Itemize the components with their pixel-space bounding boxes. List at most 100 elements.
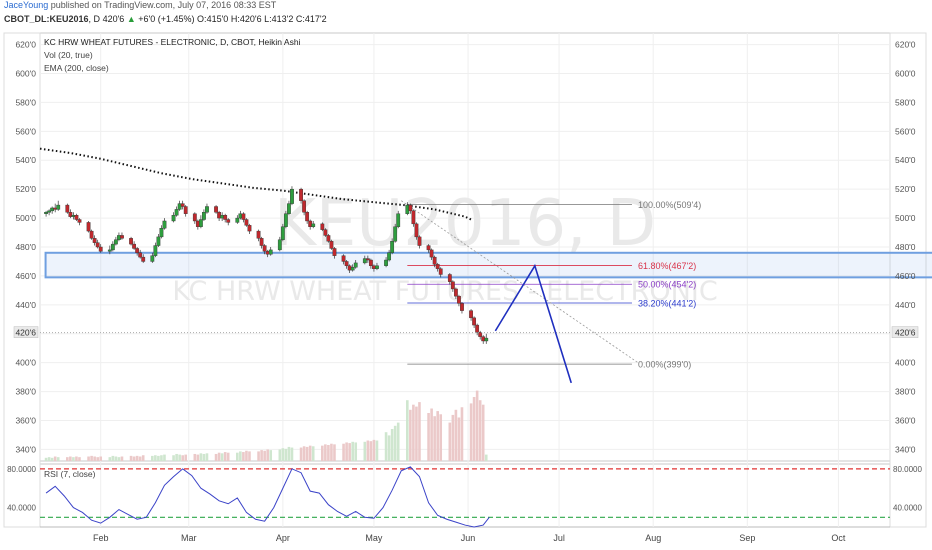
volume-bar xyxy=(469,403,473,461)
candle-body xyxy=(365,258,370,261)
volume-bar xyxy=(239,451,242,461)
candle-body xyxy=(305,212,310,222)
candle-body xyxy=(89,230,94,239)
candle-body xyxy=(384,259,388,266)
volume-bar xyxy=(72,457,75,461)
price-tick-left: 380'0 xyxy=(15,387,36,397)
fib-level-label: 61.80%(467'2) xyxy=(638,261,696,271)
volume-bar xyxy=(248,451,251,461)
candle-body xyxy=(287,203,291,214)
candle-body xyxy=(417,236,422,246)
price-tick-left: 440'0 xyxy=(15,300,36,310)
candle-body xyxy=(113,239,118,245)
candle-body xyxy=(320,223,325,230)
volume-bar xyxy=(427,413,430,461)
volume-bar xyxy=(87,456,90,461)
legend-rsi: RSI (7, close) xyxy=(44,469,96,479)
price-tick-left: 360'0 xyxy=(15,416,36,426)
volume-bar xyxy=(214,453,218,461)
candle-body xyxy=(120,235,124,239)
candle-body xyxy=(414,223,419,238)
volume-bar xyxy=(99,456,103,461)
volume-bar xyxy=(384,432,388,461)
price-tick-left: 480'0 xyxy=(15,242,36,252)
candle-body xyxy=(205,206,209,213)
volume-bar xyxy=(181,455,184,461)
volume-bar xyxy=(245,450,248,461)
time-tick: Mar xyxy=(181,533,197,543)
candle-body xyxy=(183,206,188,214)
candle-body xyxy=(129,238,133,245)
volume-bar xyxy=(260,450,263,461)
candle-body xyxy=(353,262,358,268)
volume-bar xyxy=(53,456,57,461)
volume-bar xyxy=(284,448,288,461)
candle-body xyxy=(107,249,112,252)
volume-bar xyxy=(236,452,239,461)
candle-body xyxy=(223,214,228,220)
candle-body xyxy=(484,337,489,342)
volume-bar xyxy=(324,444,327,461)
volume-bar xyxy=(345,442,348,461)
volume-bar xyxy=(321,445,324,461)
last-price-label-left: 420'6 xyxy=(15,328,36,338)
price-chart[interactable]: KEU2016, D KC HRW WHEAT FUTURES - ELECTR… xyxy=(0,0,932,550)
volume-bar xyxy=(117,457,121,461)
volume-bar xyxy=(205,453,209,461)
volume-bar xyxy=(93,456,96,461)
candle-body xyxy=(256,230,261,239)
candle-body xyxy=(408,204,413,212)
candle-body xyxy=(390,241,395,253)
price-tick-left: 560'0 xyxy=(15,126,36,136)
candle-body xyxy=(241,213,246,220)
candle-body xyxy=(283,213,288,227)
volume-bar xyxy=(160,455,163,461)
candle-body xyxy=(447,274,452,282)
fib-level-label: 0.00%(399'0) xyxy=(638,360,691,370)
candle-body xyxy=(453,288,458,297)
legend-title: KC HRW WHEAT FUTURES - ELECTRONIC, D, CB… xyxy=(44,37,301,47)
volume-bar xyxy=(196,454,200,461)
volume-bar xyxy=(430,408,433,461)
volume-bar xyxy=(354,442,358,461)
candle-body xyxy=(375,265,379,269)
volume-bar xyxy=(472,397,476,461)
price-tick-right: 580'0 xyxy=(895,97,916,107)
volume-bar xyxy=(69,456,72,461)
volume-bar xyxy=(369,441,373,461)
candle-body xyxy=(368,259,373,266)
price-tick-left: 460'0 xyxy=(15,271,36,281)
candle-body xyxy=(44,212,48,214)
volume-bar xyxy=(66,457,69,461)
candle-body xyxy=(150,255,155,262)
volume-bar xyxy=(460,407,464,461)
candle-body xyxy=(326,235,331,242)
volume-bar xyxy=(217,452,221,461)
volume-bar xyxy=(342,443,345,461)
price-tick-right: 560'0 xyxy=(895,126,916,136)
volume-bar xyxy=(50,457,54,461)
rsi-tick-right: 80.0000 xyxy=(893,465,922,474)
volume-bar xyxy=(269,450,273,461)
volume-bar xyxy=(75,456,78,461)
watermark-symbol: KEU2016, D xyxy=(274,187,656,261)
time-tick: Oct xyxy=(831,533,846,543)
volume-bar xyxy=(175,453,178,461)
candle-body xyxy=(47,210,52,213)
volume-bar xyxy=(457,417,461,461)
watermark-name: KC HRW WHEAT FUTURES - ELECTRONIC xyxy=(172,276,717,307)
candle-body xyxy=(214,206,218,213)
volume-bar xyxy=(220,453,224,461)
volume-bar xyxy=(302,446,306,461)
candle-body xyxy=(235,217,240,223)
price-tick-right: 600'0 xyxy=(895,68,916,78)
volume-bar xyxy=(114,456,118,461)
volume-bar xyxy=(184,454,188,461)
fib-level-label: 38.20%(441'2) xyxy=(638,299,696,309)
volume-bar xyxy=(242,452,245,461)
volume-bar xyxy=(406,400,409,461)
price-tick-right: 360'0 xyxy=(895,416,916,426)
candle-body xyxy=(268,249,273,255)
volume-bar xyxy=(418,402,421,461)
volume-bar xyxy=(141,455,145,461)
